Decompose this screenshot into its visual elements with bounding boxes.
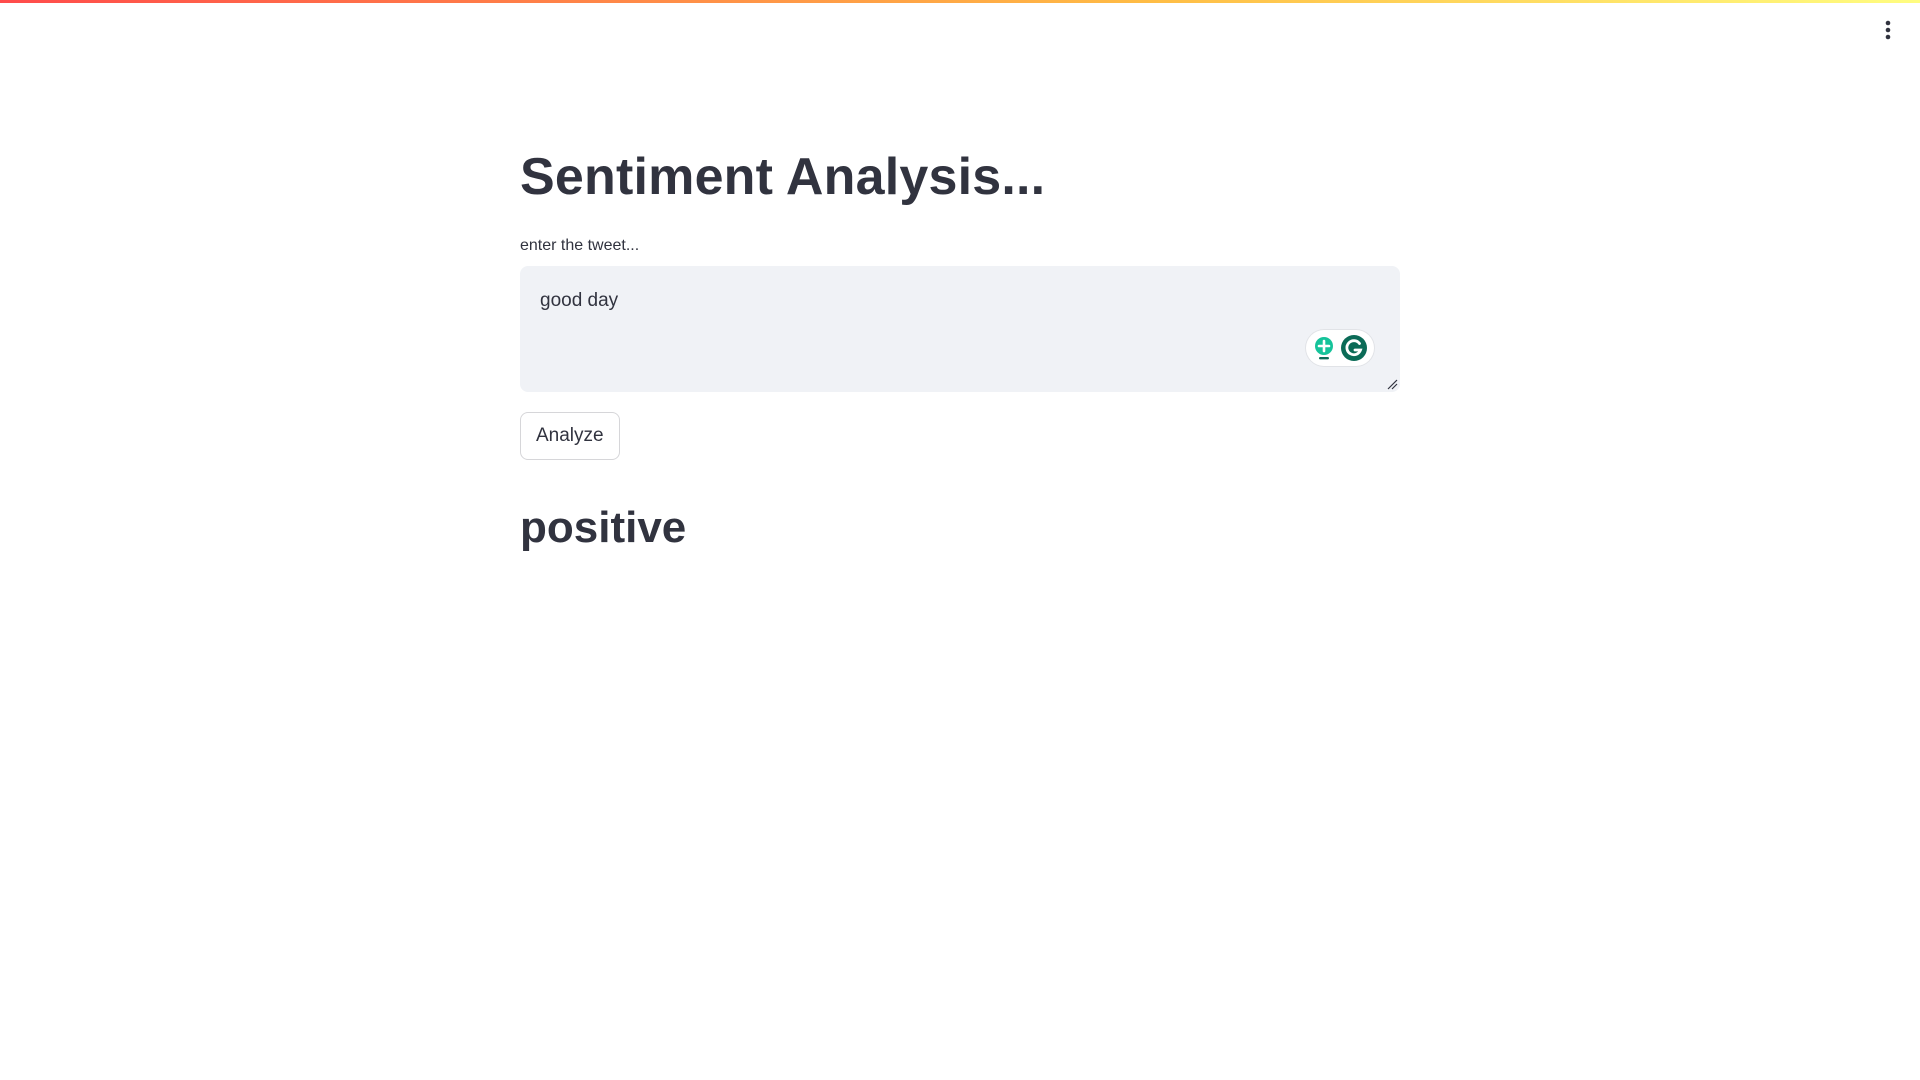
sentiment-result: positive xyxy=(520,503,687,552)
analyze-button[interactable]: Analyze xyxy=(520,412,620,460)
grammarly-logo-icon[interactable] xyxy=(1340,334,1368,362)
main-menu-button[interactable] xyxy=(1876,18,1900,42)
tweet-textarea[interactable] xyxy=(520,266,1400,392)
page-title: Sentiment Analysis... xyxy=(520,148,1046,206)
tweet-textarea-label: enter the tweet... xyxy=(520,237,640,254)
grammarly-widget[interactable] xyxy=(1306,330,1374,366)
kebab-vertical-icon xyxy=(1885,20,1891,40)
resize-handle-icon[interactable] xyxy=(1386,378,1398,390)
tweet-textarea-container xyxy=(520,266,1400,392)
header-decoration-bar xyxy=(0,0,1920,3)
grammarly-suggestion-icon[interactable] xyxy=(1312,335,1336,361)
